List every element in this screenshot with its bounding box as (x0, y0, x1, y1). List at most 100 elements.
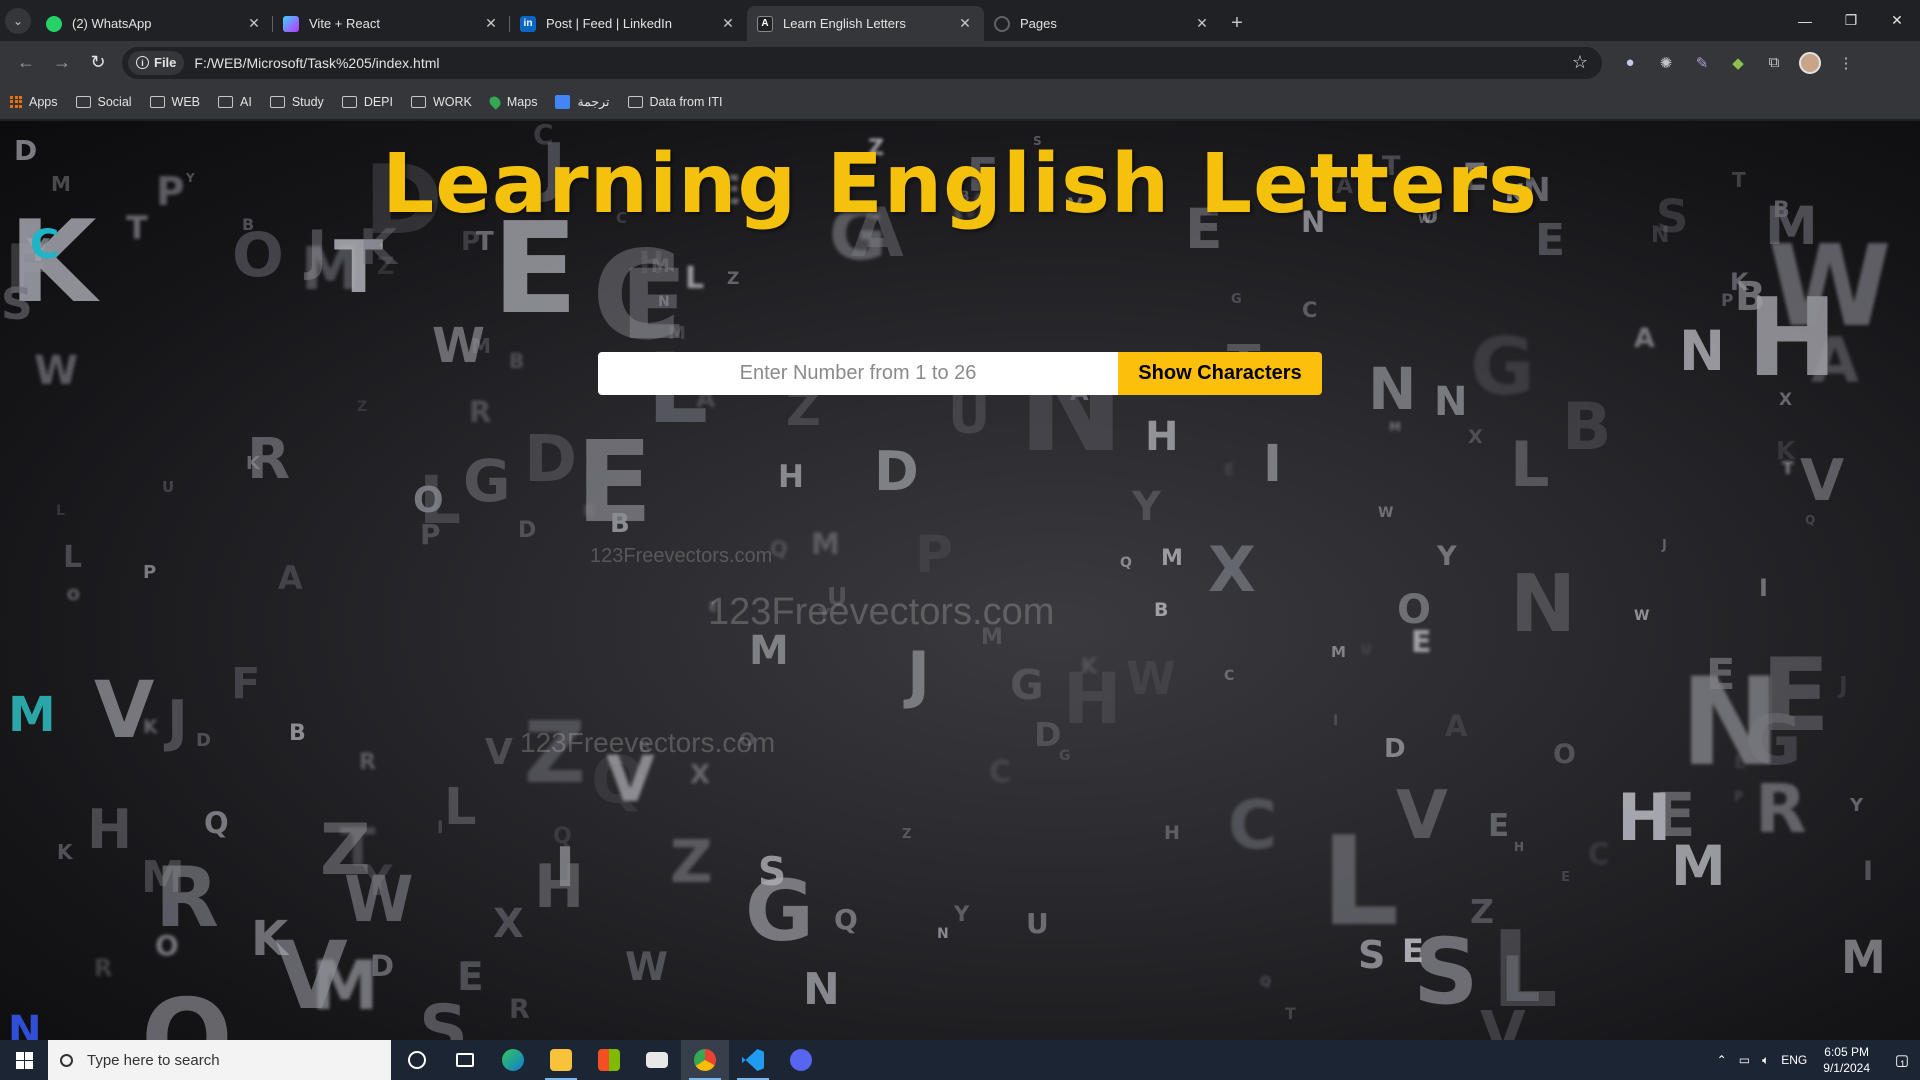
whatsapp-icon (46, 15, 62, 32)
bookmark-folder-ai[interactable]: AI (218, 95, 252, 109)
language-indicator[interactable]: ENG (1781, 1053, 1807, 1067)
puzzle-extensions-icon[interactable]: ⧉ (1760, 49, 1788, 77)
close-icon[interactable]: ✕ (956, 15, 974, 32)
folder-icon (149, 95, 165, 108)
background-letter: D (518, 518, 537, 543)
tab-pages[interactable]: Pages ✕ (984, 6, 1221, 41)
show-characters-button[interactable]: Show Characters (1118, 352, 1322, 395)
pen-extension-icon[interactable]: ✎ (1688, 49, 1716, 77)
number-input[interactable] (598, 352, 1118, 395)
network-icon[interactable]: ▭ (1739, 1053, 1750, 1067)
background-letter: G (1059, 748, 1071, 764)
chrome-app[interactable] (681, 1040, 729, 1080)
close-icon[interactable]: ✕ (1193, 15, 1211, 32)
background-letter: K (143, 716, 158, 738)
background-letter: S (1358, 933, 1386, 977)
background-letter: C (1302, 298, 1318, 322)
background-letter: H (534, 852, 585, 922)
cortana-button[interactable] (393, 1040, 441, 1080)
tab-whatsapp[interactable]: (2) WhatsApp ✕ (36, 6, 273, 41)
address-bar[interactable]: i File F:/WEB/Microsoft/Task%205/index.h… (122, 46, 1602, 79)
site-info-chip[interactable]: i File (128, 50, 185, 75)
notification-center-button[interactable]: ▢ 1 (1880, 1040, 1920, 1080)
background-letter: E (1488, 808, 1510, 844)
chrome-icon (694, 1049, 716, 1071)
background-letter: I (1263, 435, 1282, 494)
restore-button[interactable]: ❐ (1828, 0, 1874, 41)
minimize-button[interactable]: — (1782, 0, 1828, 41)
watermark-text: 123Freevectors.com (520, 727, 776, 758)
background-letter: J (167, 689, 188, 754)
tab-vite-react[interactable]: Vite + React ✕ (273, 6, 510, 41)
bookmark-star-icon[interactable]: ☆ (1572, 52, 1588, 73)
background-letter: D (874, 440, 919, 503)
discord-extension-icon[interactable]: ● (1616, 49, 1644, 77)
info-icon: i (136, 56, 149, 69)
background-letter: G (1231, 292, 1242, 307)
bookmark-folder-depi[interactable]: DEPI (341, 95, 393, 109)
chevron-up-icon[interactable]: ⌃ (1717, 1053, 1727, 1067)
back-button[interactable]: ← (8, 45, 44, 81)
folder-icon (75, 95, 91, 108)
background-letter: H (778, 459, 804, 495)
background-letter: M (1331, 643, 1346, 661)
background-letter: L (444, 778, 477, 837)
background-letter: Y (1437, 541, 1457, 572)
background-letter: E (1402, 932, 1424, 970)
bookmark-maps[interactable]: Maps (487, 93, 538, 110)
bookmark-folder-work[interactable]: WORK (411, 95, 472, 109)
background-letter: M (749, 628, 789, 674)
bookmark-folder-social[interactable]: Social (75, 95, 132, 109)
bookmark-folder-web[interactable]: WEB (149, 95, 200, 109)
background-letter: W (34, 348, 79, 394)
file-explorer-app[interactable] (537, 1040, 585, 1080)
bookmark-apps[interactable]: Apps (10, 95, 58, 109)
new-tab-button[interactable]: + (1221, 6, 1253, 41)
browser-menu-icon[interactable]: ⋮ (1832, 49, 1860, 77)
close-window-button[interactable]: ✕ (1874, 0, 1920, 41)
background-letter: G (1470, 321, 1535, 413)
mail-app[interactable] (633, 1040, 681, 1080)
taskbar-clock[interactable]: 6:05 PM 9/1/2024 (1823, 1044, 1870, 1076)
url-text[interactable]: F:/WEB/Microsoft/Task%205/index.html (194, 55, 1571, 71)
background-letter: I (1863, 856, 1874, 887)
volume-icon[interactable]: 🔈︎ (1762, 1053, 1769, 1068)
colorful-extension-icon[interactable]: ◆ (1724, 49, 1752, 77)
chatgpt-extension-icon[interactable]: ✺ (1652, 49, 1680, 77)
tab-search-button[interactable]: ⌄ (0, 0, 36, 41)
background-letter: X (690, 760, 711, 790)
bookmark-folder-study[interactable]: Study (269, 95, 324, 109)
background-letter: K (251, 911, 289, 967)
windows-taskbar: Type here to search ⌃ ▭ 🔈︎ ENG 6:05 PM 9… (0, 1040, 1920, 1080)
folder-icon (627, 95, 643, 108)
discord-app[interactable] (777, 1040, 825, 1080)
tab-title: Pages (1020, 16, 1057, 31)
clock-time: 6:05 PM (1824, 1045, 1869, 1059)
taskbar-search-box[interactable]: Type here to search (48, 1040, 391, 1080)
close-icon[interactable]: ✕ (482, 15, 500, 32)
tab-learn-english-letters[interactable]: A Learn English Letters ✕ (747, 6, 984, 41)
task-view-button[interactable] (441, 1040, 489, 1080)
start-button[interactable] (0, 1040, 48, 1080)
loading-icon (994, 15, 1010, 32)
background-letter: B (1562, 390, 1612, 465)
background-letter: R (359, 750, 376, 775)
edge-app[interactable] (489, 1040, 537, 1080)
bookmark-translate[interactable]: ترجمة (555, 94, 610, 109)
profile-avatar[interactable] (1796, 49, 1824, 77)
page-viewport: MPRDEJPBLHOGLAEMUMSENLOQBFEVMLDTUHHOPLBM… (0, 121, 1920, 1040)
tab-linkedin[interactable]: in Post | Feed | LinkedIn ✕ (510, 6, 747, 41)
bookmark-label: Maps (506, 94, 538, 109)
bookmark-folder-data-from-iti[interactable]: Data from ITI (627, 95, 722, 109)
reload-button[interactable]: ↻ (80, 45, 116, 81)
background-letter: R (509, 994, 530, 1025)
store-app[interactable] (585, 1040, 633, 1080)
close-icon[interactable]: ✕ (719, 15, 737, 32)
vscode-app[interactable] (729, 1040, 777, 1080)
task-view-icon (456, 1053, 474, 1067)
forward-button[interactable]: → (44, 45, 80, 81)
close-icon[interactable]: ✕ (245, 15, 263, 32)
background-letter: H (1164, 822, 1180, 844)
page-a-icon: A (757, 15, 773, 32)
background-letter: P (915, 525, 954, 585)
